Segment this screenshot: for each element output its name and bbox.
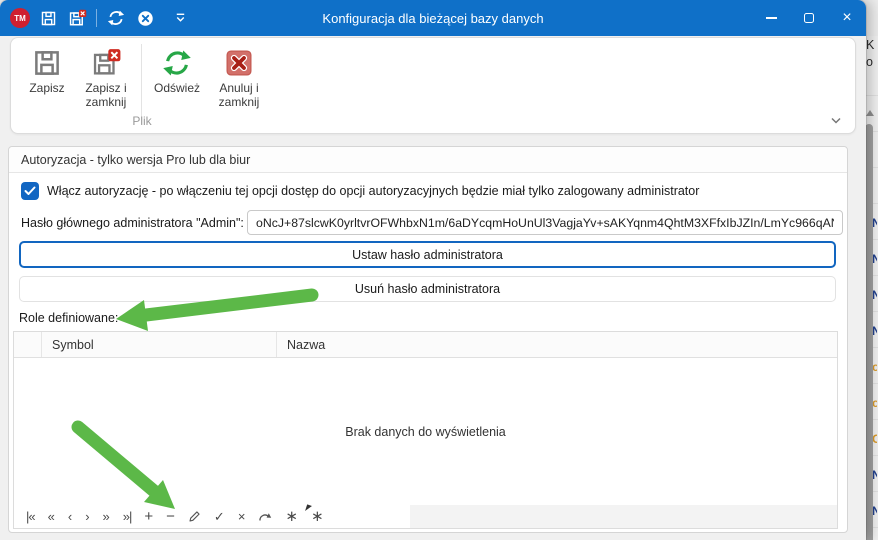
button-label: Anuluj i zamknij <box>208 81 270 109</box>
roles-grid: Symbol Nazwa Brak danych do wyświetlenia… <box>13 331 838 529</box>
background-window: K o N N N N o o O N N <box>864 0 878 540</box>
odswiez-button[interactable]: Odśwież <box>146 44 208 95</box>
asterisk-icon: ∗ <box>311 509 324 524</box>
zapisz-i-zamknij-button[interactable]: Zapisz i zamknij <box>75 44 137 109</box>
grid-empty-message: Brak danych do wyświetlenia <box>14 358 837 505</box>
navigator-filler <box>410 505 837 528</box>
zapisz-button[interactable]: Zapisz <box>19 44 75 95</box>
save-and-close-button[interactable] <box>67 7 87 29</box>
column-header-symbol[interactable]: Symbol <box>42 332 277 357</box>
refresh-icon <box>107 9 125 27</box>
curved-arrow-icon <box>258 511 272 523</box>
nav-first-button[interactable]: |« <box>26 510 35 523</box>
nav-filter-button[interactable]: ∗ <box>285 509 298 524</box>
admin-password-row: Hasło głównego administratora "Admin": <box>21 210 244 235</box>
quick-access-toolbar <box>38 0 190 36</box>
minimize-icon <box>766 17 777 19</box>
grid-indicator-column <box>14 332 42 357</box>
toolbar-separator <box>96 9 97 27</box>
ribbon-group-plik: Zapisz Zapisz i zamknij <box>19 44 270 122</box>
cancel-icon <box>137 10 154 27</box>
grid-header: Symbol Nazwa <box>14 332 837 358</box>
nav-next-page-button[interactable]: » <box>103 510 110 523</box>
nav-end-edit-button[interactable]: ✓ <box>214 510 225 523</box>
ribbon-collapse-chevron-icon[interactable] <box>829 115 843 127</box>
section-header: Autoryzacja - tylko wersja Pro lub dla b… <box>9 147 847 173</box>
nav-locate-button[interactable]: ∗ <box>311 509 324 524</box>
background-text-fragment: K <box>866 38 874 52</box>
nav-next-button[interactable]: › <box>85 510 89 523</box>
button-label: Zapisz i zamknij <box>75 81 137 109</box>
nav-previous-page-button[interactable]: « <box>48 510 55 523</box>
nav-last-button[interactable]: »| <box>123 510 132 523</box>
refresh-circular-green-icon <box>162 48 192 78</box>
button-label: Odśwież <box>154 81 200 95</box>
nav-refresh-button[interactable] <box>258 511 272 523</box>
defined-roles-label: Role definiowane: <box>19 311 118 325</box>
close-button[interactable]: × <box>828 0 866 36</box>
nav-delete-button[interactable]: − <box>166 509 175 524</box>
maximize-icon <box>804 13 814 23</box>
button-label: Zapisz <box>29 81 64 95</box>
column-header-nazwa[interactable]: Nazwa <box>277 332 837 357</box>
quick-access-dropdown-button[interactable] <box>170 7 190 29</box>
checkbox-label: Włącz autoryzację - po włączeniu tej opc… <box>47 184 699 198</box>
minimize-button[interactable] <box>752 0 790 36</box>
data-navigator: |« « ‹ › » »| + − ✓ × <box>14 505 837 528</box>
authorization-checkbox-row: Włącz autoryzację - po włączeniu tej opc… <box>21 181 699 201</box>
refresh-button[interactable] <box>106 7 126 29</box>
config-dialog-window: TM <box>0 0 866 540</box>
check-icon <box>24 186 36 196</box>
screen: K o N N N N o o O N N TM <box>0 0 878 540</box>
ribbon-group-label: Plik <box>19 114 265 128</box>
save-icon <box>40 10 57 27</box>
quick-access-dropdown-icon <box>174 12 187 24</box>
admin-password-input[interactable] <box>247 210 843 235</box>
pencil-icon <box>188 510 201 523</box>
ribbon-separator <box>141 44 142 124</box>
app-logo: TM <box>10 8 30 28</box>
ribbon: Zapisz Zapisz i zamknij <box>10 37 856 134</box>
close-icon: × <box>842 9 851 27</box>
nav-previous-button[interactable]: ‹ <box>68 510 72 523</box>
maximize-button[interactable] <box>790 0 828 36</box>
anuluj-i-zamknij-button[interactable]: Anuluj i zamknij <box>208 44 270 109</box>
enable-authorization-checkbox[interactable] <box>21 182 39 200</box>
authorization-section: Autoryzacja - tylko wersja Pro lub dla b… <box>8 146 848 533</box>
save-button[interactable] <box>38 7 58 29</box>
titlebar: TM <box>0 0 866 36</box>
window-controls: × <box>752 0 866 36</box>
nav-append-button[interactable]: + <box>144 509 153 524</box>
background-window-top <box>864 0 878 36</box>
floppy-save-close-icon <box>91 48 121 78</box>
set-admin-password-button[interactable]: Ustaw hasło administratora <box>19 241 836 268</box>
save-and-close-icon <box>68 9 87 28</box>
nav-edit-button[interactable] <box>188 510 201 523</box>
cancel-red-x-icon <box>224 48 254 78</box>
nav-cancel-edit-button[interactable]: × <box>238 510 246 523</box>
cancel-button[interactable] <box>135 7 155 29</box>
scrollbar-up-arrow-icon[interactable] <box>866 110 874 116</box>
floppy-save-icon <box>32 48 62 78</box>
remove-admin-password-button[interactable]: Usuń hasło administratora <box>19 276 836 302</box>
admin-password-label: Hasło głównego administratora "Admin": <box>21 216 244 230</box>
